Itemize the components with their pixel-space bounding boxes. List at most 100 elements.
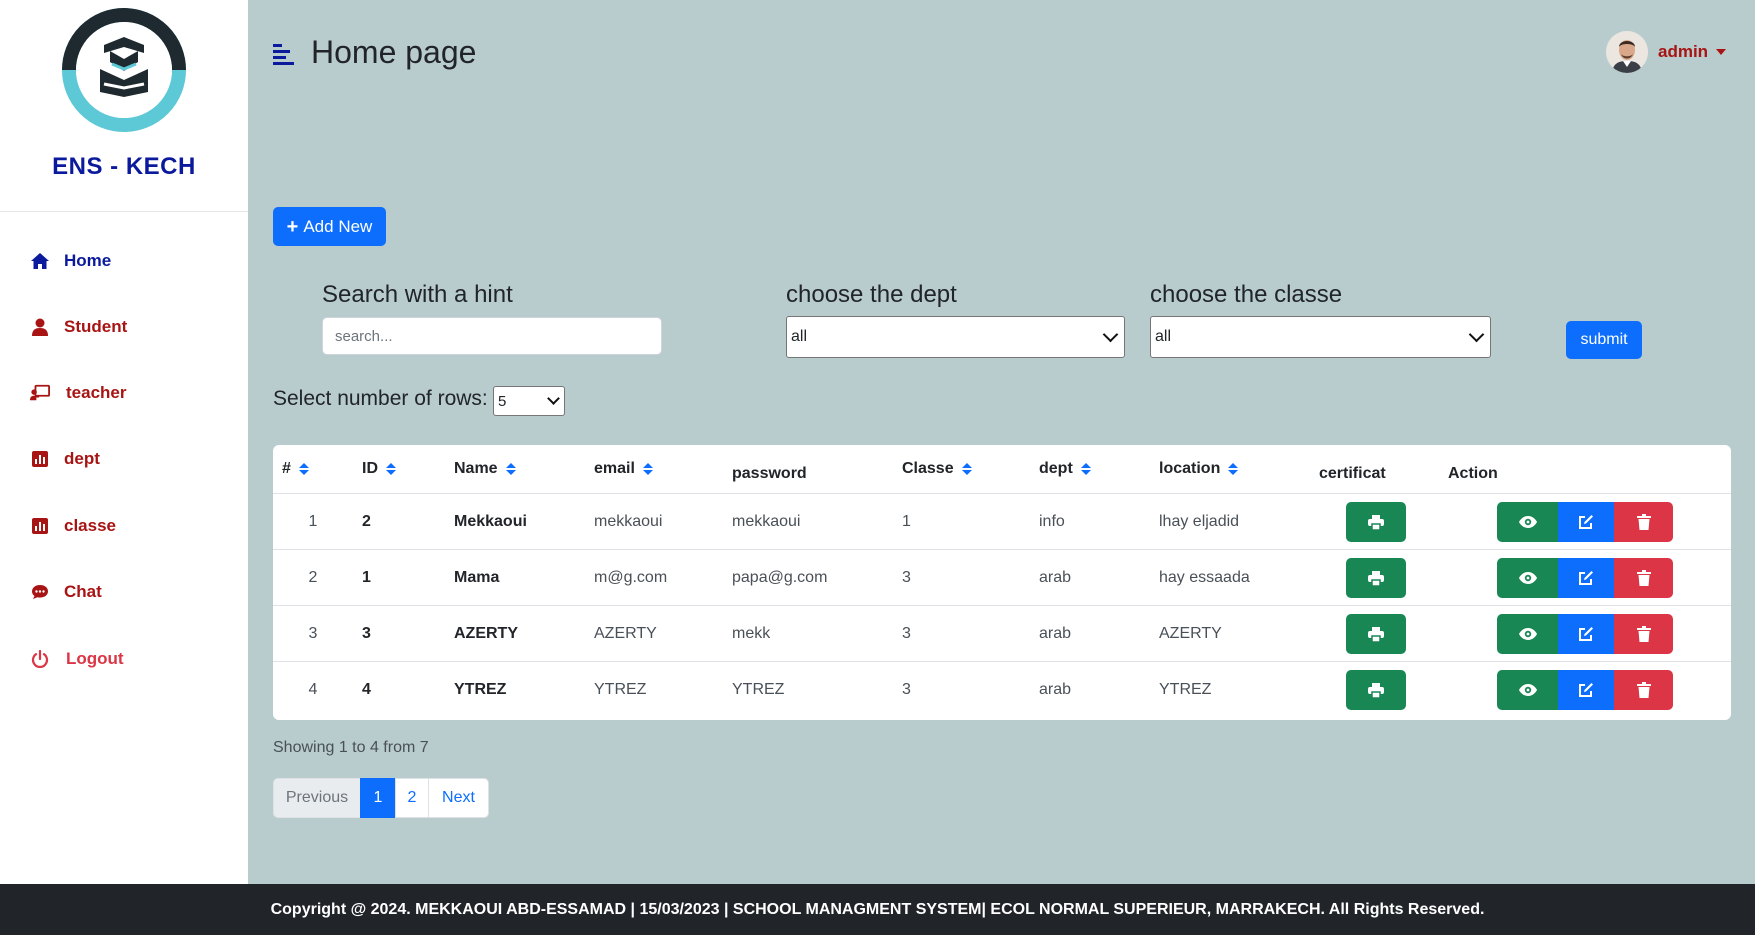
- row-email: mekkaoui: [594, 513, 663, 530]
- sort-icon[interactable]: [961, 463, 972, 475]
- row-email: YTREZ: [594, 681, 647, 698]
- row-id: 4: [362, 681, 371, 698]
- sidebar-item-student[interactable]: Student: [30, 312, 127, 342]
- row-id: 1: [362, 569, 371, 586]
- chevron-down-icon: [1102, 326, 1119, 343]
- dept-select[interactable]: all: [786, 316, 1125, 358]
- pagination: Previous 1 2 Next: [273, 778, 489, 818]
- print-certificate-button[interactable]: [1346, 558, 1406, 598]
- page-2-button[interactable]: 2: [395, 778, 429, 818]
- classe-label: choose the classe: [1150, 281, 1343, 308]
- row-dept: arab: [1039, 569, 1072, 586]
- row-classe: 3: [902, 625, 911, 642]
- row-name: YTREZ: [454, 681, 507, 698]
- print-icon: [1368, 514, 1384, 530]
- sidebar-item-logout[interactable]: Logout: [30, 644, 124, 674]
- row-classe: 3: [902, 569, 911, 586]
- sidebar-item-teacher[interactable]: teacher: [30, 378, 126, 408]
- page-1-button[interactable]: 1: [360, 778, 396, 818]
- column-header[interactable]: Name: [454, 445, 516, 493]
- sort-icon[interactable]: [1080, 463, 1091, 475]
- column-header[interactable]: dept: [1039, 445, 1091, 493]
- row-classe: 1: [902, 513, 911, 530]
- sort-icon[interactable]: [386, 463, 396, 475]
- students-table: # ID Name email password Classe dept loc…: [273, 445, 1731, 720]
- row-name: Mekkaoui: [454, 513, 527, 530]
- edit-button[interactable]: [1558, 502, 1614, 542]
- search-input[interactable]: [322, 317, 662, 355]
- chevron-down-icon: [547, 392, 560, 405]
- column-header[interactable]: #: [282, 445, 309, 493]
- home-icon: [30, 251, 50, 271]
- user-menu[interactable]: admin: [1606, 31, 1727, 73]
- menu-toggle-icon[interactable]: [273, 43, 295, 65]
- row-dept: info: [1039, 513, 1065, 530]
- edit-icon: [1579, 683, 1593, 697]
- sort-icon[interactable]: [505, 463, 516, 475]
- table-row: 1 2 Mekkaoui mekkaoui mekkaoui 1 info lh…: [273, 493, 1731, 549]
- username: admin: [1658, 42, 1709, 61]
- footer-copyright: Copyright @ 2024. MEKKAOUI ABD-ESSAMAD |…: [270, 900, 1485, 918]
- delete-button[interactable]: [1614, 614, 1673, 654]
- print-icon: [1368, 626, 1384, 642]
- row-email: m@g.com: [594, 569, 668, 586]
- view-button[interactable]: [1497, 502, 1558, 542]
- plus-icon: +: [286, 215, 299, 238]
- edit-button[interactable]: [1558, 670, 1614, 710]
- view-button[interactable]: [1497, 614, 1558, 654]
- print-certificate-button[interactable]: [1346, 502, 1406, 542]
- submit-button[interactable]: submit: [1566, 321, 1642, 359]
- sidebar-item-label: classe: [64, 516, 116, 535]
- sidebar-item-chat[interactable]: Chat: [30, 577, 102, 607]
- sort-icon[interactable]: [1228, 463, 1239, 475]
- sidebar-item-classe[interactable]: classe: [30, 511, 116, 541]
- row-name: AZERTY: [454, 625, 518, 642]
- edit-icon: [1579, 571, 1593, 585]
- sidebar-item-label: dept: [64, 449, 100, 468]
- edit-icon: [1579, 515, 1593, 529]
- column-header: password: [732, 464, 807, 482]
- sort-icon[interactable]: [642, 463, 653, 475]
- row-classe: 3: [902, 681, 911, 698]
- row-id: 3: [362, 625, 371, 642]
- edit-button[interactable]: [1558, 614, 1614, 654]
- edit-button[interactable]: [1558, 558, 1614, 598]
- table-row: 4 4 YTREZ YTREZ YTREZ 3 arab YTREZ: [273, 661, 1731, 717]
- row-dept: arab: [1039, 681, 1072, 698]
- page-title: Home page: [311, 34, 477, 70]
- next-page-button[interactable]: Next: [428, 778, 489, 818]
- column-header[interactable]: email: [594, 445, 653, 493]
- column-header[interactable]: Classe: [902, 445, 972, 493]
- table-row: 2 1 Mama m@g.com papa@g.com 3 arab hay e…: [273, 549, 1731, 605]
- sidebar-item-label: Chat: [64, 582, 102, 601]
- column-header[interactable]: ID: [362, 445, 396, 493]
- sidebar-item-dept[interactable]: dept: [30, 444, 100, 474]
- sort-icon[interactable]: [298, 463, 309, 475]
- classe-select[interactable]: all: [1150, 316, 1491, 358]
- avatar: [1606, 31, 1648, 73]
- sidebar-divider: [0, 211, 248, 212]
- sidebar-item-label: teacher: [66, 383, 127, 402]
- column-header[interactable]: location: [1159, 445, 1239, 493]
- row-location: hay essaada: [1159, 569, 1250, 586]
- delete-button[interactable]: [1614, 502, 1673, 542]
- add-new-button[interactable]: + Add New: [273, 207, 386, 246]
- view-button[interactable]: [1497, 558, 1558, 598]
- print-certificate-button[interactable]: [1346, 614, 1406, 654]
- row-number: 4: [308, 681, 318, 698]
- caret-down-icon: [1716, 49, 1727, 55]
- user-icon: [30, 317, 50, 337]
- dept-select-value: all: [791, 328, 808, 345]
- previous-page-button[interactable]: Previous: [273, 778, 361, 818]
- delete-button[interactable]: [1614, 670, 1673, 710]
- view-button[interactable]: [1497, 670, 1558, 710]
- sidebar-item-label: Home: [64, 251, 112, 270]
- sidebar-item-home[interactable]: Home: [30, 246, 111, 276]
- pagination-summary: Showing 1 to 4 from 7: [273, 739, 429, 756]
- chalkboard-teacher-icon: [30, 383, 50, 403]
- delete-button[interactable]: [1614, 558, 1673, 598]
- rows-select[interactable]: 5: [493, 386, 565, 416]
- print-certificate-button[interactable]: [1346, 670, 1406, 710]
- row-dept: arab: [1039, 625, 1072, 642]
- brand-name: ENS - KECH: [52, 153, 196, 180]
